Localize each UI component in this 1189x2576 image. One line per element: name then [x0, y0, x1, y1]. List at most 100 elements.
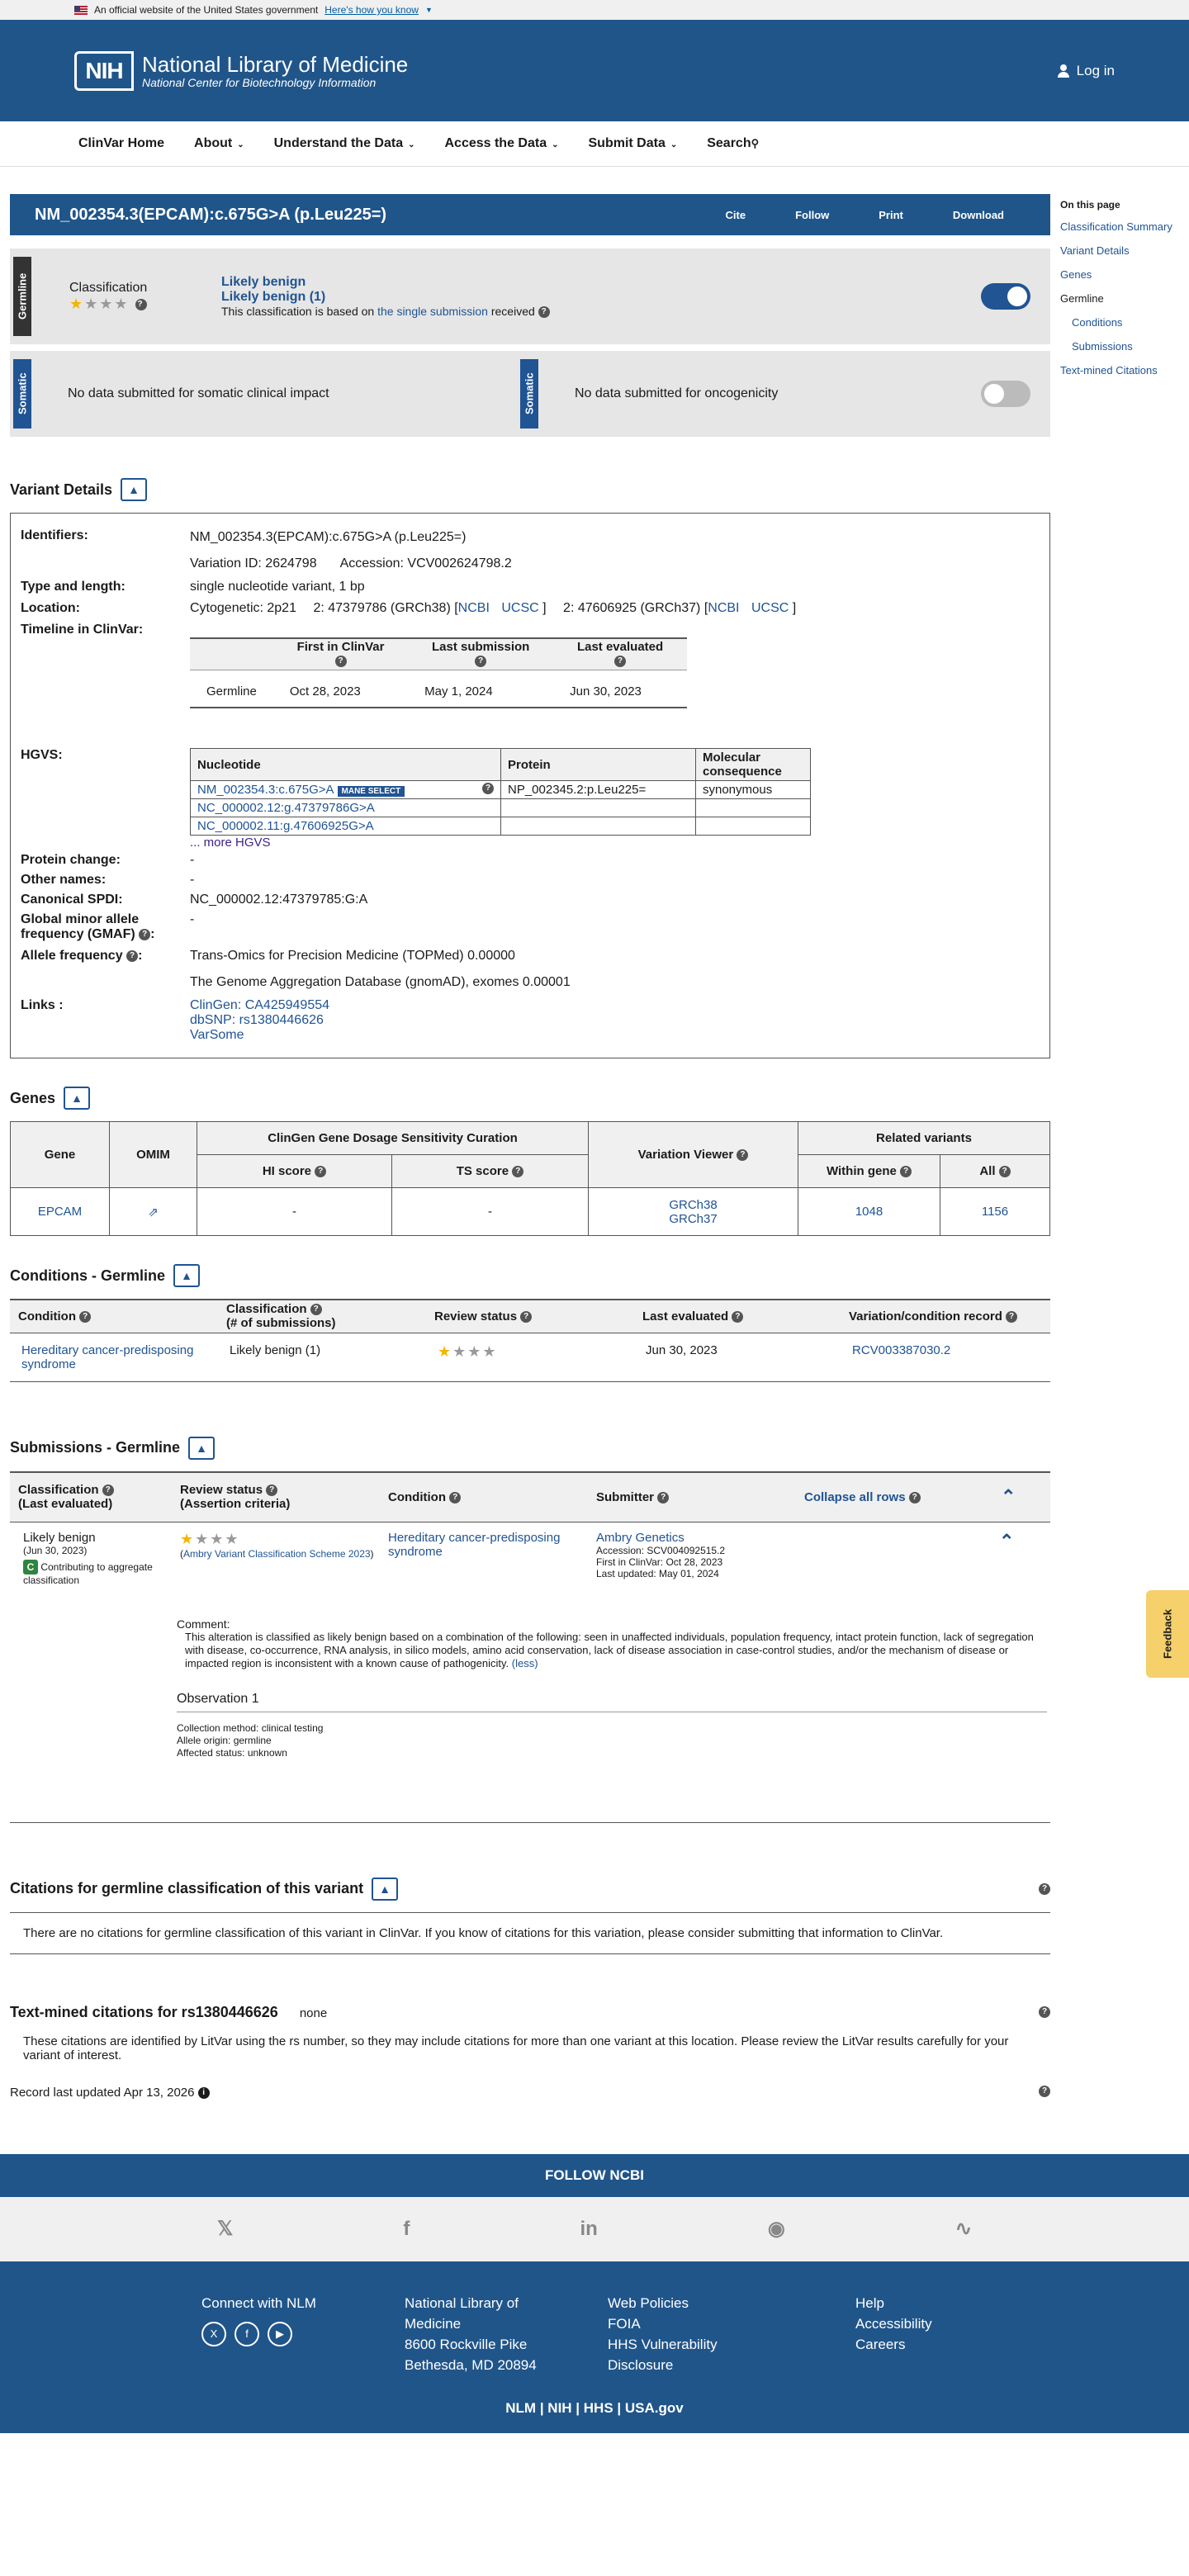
help-icon[interactable]: ?	[908, 1491, 921, 1503]
collapse-all-rows-link[interactable]: Collapse all rows	[804, 1490, 906, 1504]
ucsc-link[interactable]: UCSC	[501, 601, 538, 615]
chevron-up-icon[interactable]: ⌃	[999, 1531, 1014, 1586]
ucsc-link[interactable]: UCSC	[751, 601, 789, 615]
collapse-chevron-icon[interactable]: ▲	[121, 478, 148, 501]
help-icon[interactable]: ?	[512, 1166, 524, 1178]
help-icon[interactable]: ?	[79, 1310, 92, 1323]
germline-toggle[interactable]	[981, 283, 1030, 310]
help-icon[interactable]: ?	[310, 1304, 322, 1316]
x-icon[interactable]: X	[201, 2321, 226, 2346]
help-icon[interactable]: ?	[135, 298, 147, 310]
varsome-link[interactable]: VarSome	[190, 1028, 329, 1043]
external-link-icon[interactable]: ⇗	[148, 1205, 159, 1219]
gov-banner-link[interactable]: Here's how you know	[324, 4, 419, 16]
help-icon[interactable]: ?	[139, 928, 151, 940]
sidebar-item-genes[interactable]: Genes	[1060, 268, 1189, 281]
within-gene-link[interactable]: 1048	[855, 1205, 883, 1219]
help-icon[interactable]: ?	[657, 1491, 670, 1503]
facebook-icon[interactable]: f	[403, 2218, 410, 2241]
grch37-link[interactable]: GRCh37	[589, 1212, 798, 1226]
nav-submit[interactable]: Submit Data ⌄	[589, 136, 678, 151]
help-icon[interactable]: ?	[1039, 1882, 1050, 1895]
print-button[interactable]: Print	[879, 209, 903, 221]
more-hgvs-link[interactable]: ... more HGVS	[190, 836, 811, 850]
hgvs-nucleotide-link[interactable]: NC_000002.12:g.47379786G>A	[197, 801, 375, 815]
hhs-vuln-link[interactable]: HHS Vulnerability	[608, 2334, 855, 2355]
nav-search[interactable]: Search⚲	[707, 136, 759, 151]
single-submission-link[interactable]: the single submission	[377, 305, 488, 318]
nlm-link[interactable]: NLM	[505, 2400, 536, 2416]
help-icon[interactable]: ?	[732, 1310, 744, 1323]
usagov-link[interactable]: USA.gov	[625, 2400, 684, 2416]
chevron-up-icon[interactable]: ⌃	[1001, 1486, 1016, 1508]
disclosure-link[interactable]: Disclosure	[608, 2355, 855, 2375]
help-icon[interactable]: ?	[737, 1149, 749, 1162]
help-icon[interactable]: ?	[1039, 2006, 1050, 2018]
help-icon[interactable]: ?	[614, 656, 627, 668]
foia-link[interactable]: FOIA	[608, 2313, 855, 2334]
facebook-icon[interactable]: f	[234, 2321, 259, 2346]
ncbi-link[interactable]: NCBI	[708, 601, 739, 615]
help-icon[interactable]: ?	[1039, 2085, 1050, 2097]
collapse-chevron-icon[interactable]: ▲	[64, 1087, 91, 1110]
feedback-button[interactable]: Feedback	[1146, 1590, 1189, 1678]
collapse-chevron-icon[interactable]: ▲	[188, 1436, 216, 1460]
login-button[interactable]: Log in	[1057, 63, 1115, 79]
gene-link[interactable]: EPCAM	[38, 1205, 82, 1219]
cite-button[interactable]: Cite	[726, 209, 746, 221]
collapse-chevron-icon[interactable]: ▲	[173, 1264, 201, 1287]
clingen-link[interactable]: ClinGen: CA425949554	[190, 998, 329, 1013]
help-icon[interactable]: ?	[482, 783, 494, 794]
somatic-toggle[interactable]	[981, 381, 1030, 407]
nih-link[interactable]: NIH	[547, 2400, 571, 2416]
nav-about[interactable]: About ⌄	[194, 136, 244, 151]
ncbi-link[interactable]: NCBI	[458, 601, 490, 615]
help-icon[interactable]: ?	[900, 1166, 912, 1178]
classification-count[interactable]: Likely benign (1)	[221, 290, 550, 305]
help-link[interactable]: Help	[855, 2293, 1059, 2313]
linkedin-icon[interactable]: in	[580, 2218, 597, 2241]
help-icon[interactable]: ?	[1006, 1310, 1018, 1323]
x-icon[interactable]: 𝕏	[217, 2217, 233, 2241]
help-icon[interactable]: ?	[520, 1310, 533, 1323]
submitter-link[interactable]: Ambry Genetics	[596, 1531, 999, 1545]
hgvs-nucleotide-link[interactable]: NM_002354.3:c.675G>A	[197, 783, 334, 797]
sidebar-item-submissions[interactable]: Submissions	[1060, 340, 1189, 353]
sidebar-item-classification[interactable]: Classification Summary	[1060, 220, 1189, 233]
classification-value[interactable]: Likely benign	[221, 275, 550, 290]
help-icon[interactable]: ?	[126, 949, 139, 962]
nav-access[interactable]: Access the Data ⌄	[444, 136, 558, 151]
sidebar-item-variant-details[interactable]: Variant Details	[1060, 244, 1189, 257]
help-icon[interactable]: ?	[449, 1491, 462, 1503]
help-icon[interactable]: ?	[315, 1166, 327, 1178]
help-icon[interactable]: ?	[998, 1166, 1011, 1178]
web-policies-link[interactable]: Web Policies	[608, 2293, 855, 2313]
nav-clinvar-home[interactable]: ClinVar Home	[78, 136, 164, 151]
less-link[interactable]: (less)	[512, 1657, 538, 1669]
github-icon[interactable]: ◉	[768, 2217, 785, 2241]
nlm-brand[interactable]: NIH National Library of Medicine Nationa…	[74, 50, 408, 91]
hhs-link[interactable]: HHS	[584, 2400, 613, 2416]
hgvs-nucleotide-link[interactable]: NC_000002.11:g.47606925G>A	[197, 819, 374, 833]
assertion-criteria-link[interactable]: Ambry Variant Classification Scheme 2023	[183, 1548, 371, 1560]
condition-link[interactable]: Hereditary cancer-predisposing syndrome	[21, 1343, 193, 1371]
help-icon[interactable]: ?	[266, 1485, 278, 1497]
help-icon[interactable]: ?	[475, 656, 487, 668]
rcv-link[interactable]: RCV003387030.2	[852, 1343, 950, 1357]
sidebar-item-textmined[interactable]: Text-mined Citations	[1060, 364, 1189, 376]
rss-icon[interactable]: ∿	[955, 2217, 972, 2241]
follow-button[interactable]: Follow	[795, 209, 829, 221]
grch38-link[interactable]: GRCh38	[589, 1198, 798, 1212]
youtube-icon[interactable]: ▶	[268, 2321, 292, 2346]
collapse-chevron-icon[interactable]: ▲	[372, 1877, 399, 1901]
info-icon[interactable]: i	[197, 2086, 210, 2099]
help-icon[interactable]: ?	[102, 1485, 114, 1497]
help-icon[interactable]: ?	[334, 656, 347, 668]
help-icon[interactable]: ?	[538, 306, 550, 319]
dbsnp-link[interactable]: dbSNP: rs1380446626	[190, 1013, 329, 1028]
all-variants-link[interactable]: 1156	[982, 1205, 1008, 1219]
sidebar-item-conditions[interactable]: Conditions	[1060, 316, 1189, 329]
download-button[interactable]: Download	[953, 209, 1004, 221]
nav-understand[interactable]: Understand the Data ⌄	[274, 136, 415, 151]
submission-condition-link[interactable]: Hereditary cancer-predisposing syndrome	[388, 1531, 560, 1559]
